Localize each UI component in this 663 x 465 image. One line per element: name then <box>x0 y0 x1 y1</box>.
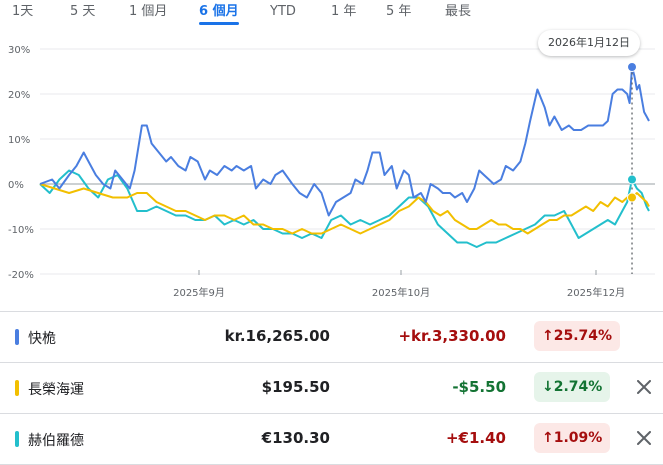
stock-price: $195.50 <box>261 378 330 396</box>
hover-dot-1 <box>627 192 638 203</box>
comparison-list: 快桅 kr.16,265.00 +kr.3,330.00 ↑25.74% 長榮海運 $19… <box>0 311 663 465</box>
y-tick-label: 30% <box>8 45 30 56</box>
y-tick-label: 10% <box>8 135 30 146</box>
stock-row[interactable]: 快桅 kr.16,265.00 +kr.3,330.00 ↑25.74% <box>0 311 663 363</box>
price-change: -$5.50 <box>452 378 506 396</box>
close-icon[interactable] <box>633 376 655 398</box>
percent-change-badge: ↓2.74% <box>534 372 611 402</box>
percent-change-badge: ↑1.09% <box>534 423 611 453</box>
stock-row[interactable]: 赫伯羅德 €130.30 +€1.40 ↑1.09% <box>0 414 663 465</box>
tab-1[interactable]: 5 天 <box>70 2 95 22</box>
stock-row[interactable]: 長榮海運 $195.50 -$5.50 ↓2.74% <box>0 363 663 414</box>
series-color-swatch <box>15 431 19 447</box>
percent-change-badge: ↑25.74% <box>534 321 621 351</box>
hover-dot-0 <box>627 62 638 72</box>
tab-4[interactable]: YTD <box>270 2 296 22</box>
y-tick-label: -10% <box>8 225 34 236</box>
stock-price: kr.16,265.00 <box>224 327 330 345</box>
range-tabs: 1天 5 天 1 個月 6 個月 YTD 1 年 5 年 最長 <box>0 0 663 25</box>
x-tick-label: 2025年9月 <box>173 286 225 299</box>
series-color-swatch <box>15 380 19 396</box>
series-line-1 <box>39 183 650 235</box>
series-line-0 <box>39 66 650 217</box>
tab-2[interactable]: 1 個月 <box>129 2 167 22</box>
tab-0[interactable]: 1天 <box>12 2 33 22</box>
y-tick-label: 0% <box>8 180 24 191</box>
date-tooltip: 2026年1月12日 <box>538 30 640 56</box>
x-tick-label: 2025年12月 <box>567 286 625 299</box>
stock-name[interactable]: 赫伯羅德 <box>28 430 84 450</box>
series-color-swatch <box>15 329 19 345</box>
y-tick-label: 20% <box>8 90 30 101</box>
x-tick-label: 2025年10月 <box>372 286 430 299</box>
price-chart[interactable]: 30% 20% 10% 0% -10% -20% 2025年9月 2025年10月 2025年1… <box>0 28 663 310</box>
price-change: +kr.3,330.00 <box>398 327 506 345</box>
tab-5[interactable]: 1 年 <box>331 2 356 22</box>
stock-name[interactable]: 長榮海運 <box>28 379 84 399</box>
price-change: +€1.40 <box>445 429 506 447</box>
y-tick-label: -20% <box>8 270 34 281</box>
tab-7[interactable]: 最長 <box>445 2 471 22</box>
stock-name[interactable]: 快桅 <box>28 328 56 348</box>
stock-price: €130.30 <box>261 429 330 447</box>
close-icon[interactable] <box>633 427 655 449</box>
hover-dot-2 <box>627 174 638 185</box>
tab-6[interactable]: 5 年 <box>386 2 411 22</box>
tab-3[interactable]: 6 個月 <box>199 2 239 25</box>
